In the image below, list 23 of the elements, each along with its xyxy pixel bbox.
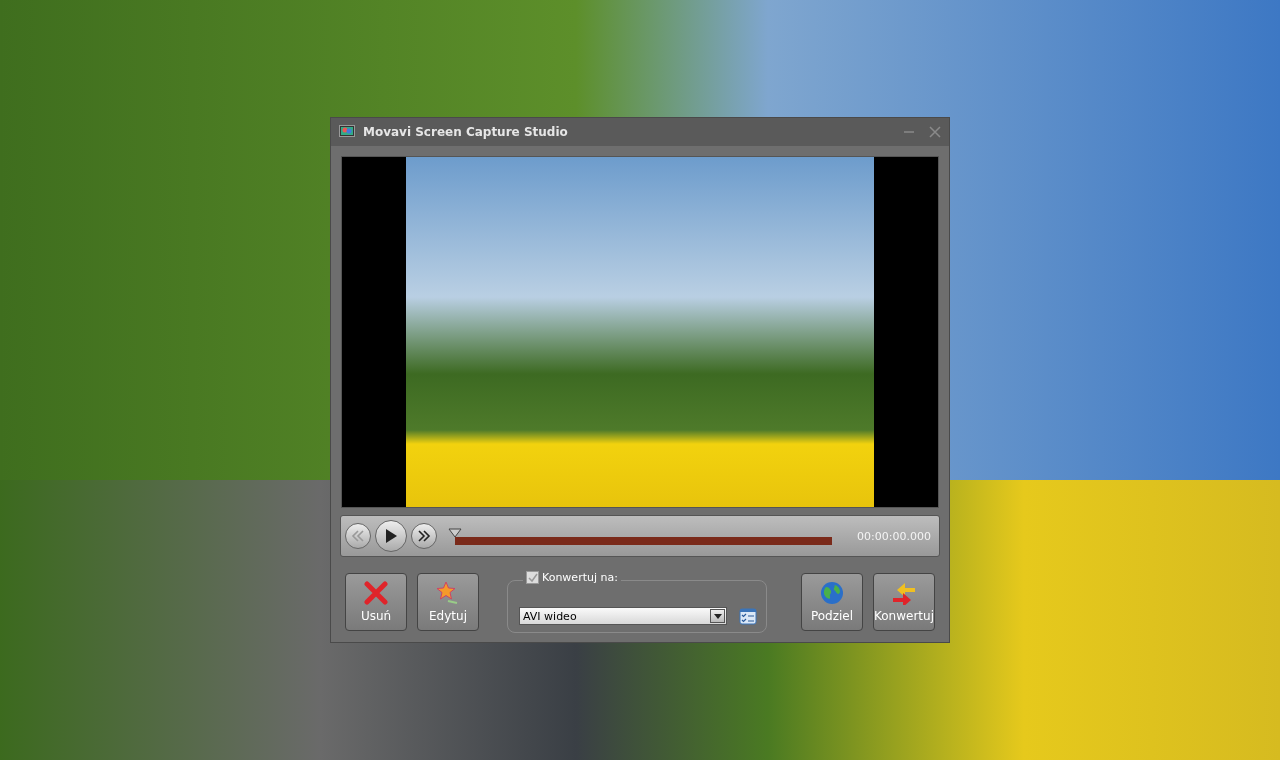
double-right-chevron-icon: [417, 530, 431, 542]
convert-checkbox[interactable]: [526, 571, 539, 584]
convert-label: Konwertuj na:: [542, 571, 618, 584]
rewind-button[interactable]: [345, 523, 371, 549]
dropdown-arrow-icon[interactable]: [713, 613, 722, 619]
checklist-icon[interactable]: [739, 607, 757, 625]
forward-button[interactable]: [411, 523, 437, 549]
edit-button[interactable]: Edytuj: [417, 573, 479, 631]
swap-arrows-icon: [891, 581, 917, 605]
time-display: 00:00:00.000: [857, 529, 931, 543]
cross-icon: [364, 581, 388, 605]
play-button[interactable]: [375, 520, 407, 552]
window-title: Movavi Screen Capture Studio: [363, 125, 569, 139]
double-left-chevron-icon: [351, 530, 365, 542]
seek-handle[interactable]: [448, 528, 462, 538]
globe-icon: [820, 581, 844, 605]
delete-button[interactable]: Usuń: [345, 573, 407, 631]
star-wand-icon: [436, 581, 460, 605]
play-icon: [385, 529, 397, 543]
share-button[interactable]: Podziel: [801, 573, 863, 631]
format-dropdown[interactable]: AVI wideo: [519, 607, 727, 625]
convert-button[interactable]: Konwertuj: [873, 573, 935, 631]
monitor-icon: [339, 125, 355, 139]
